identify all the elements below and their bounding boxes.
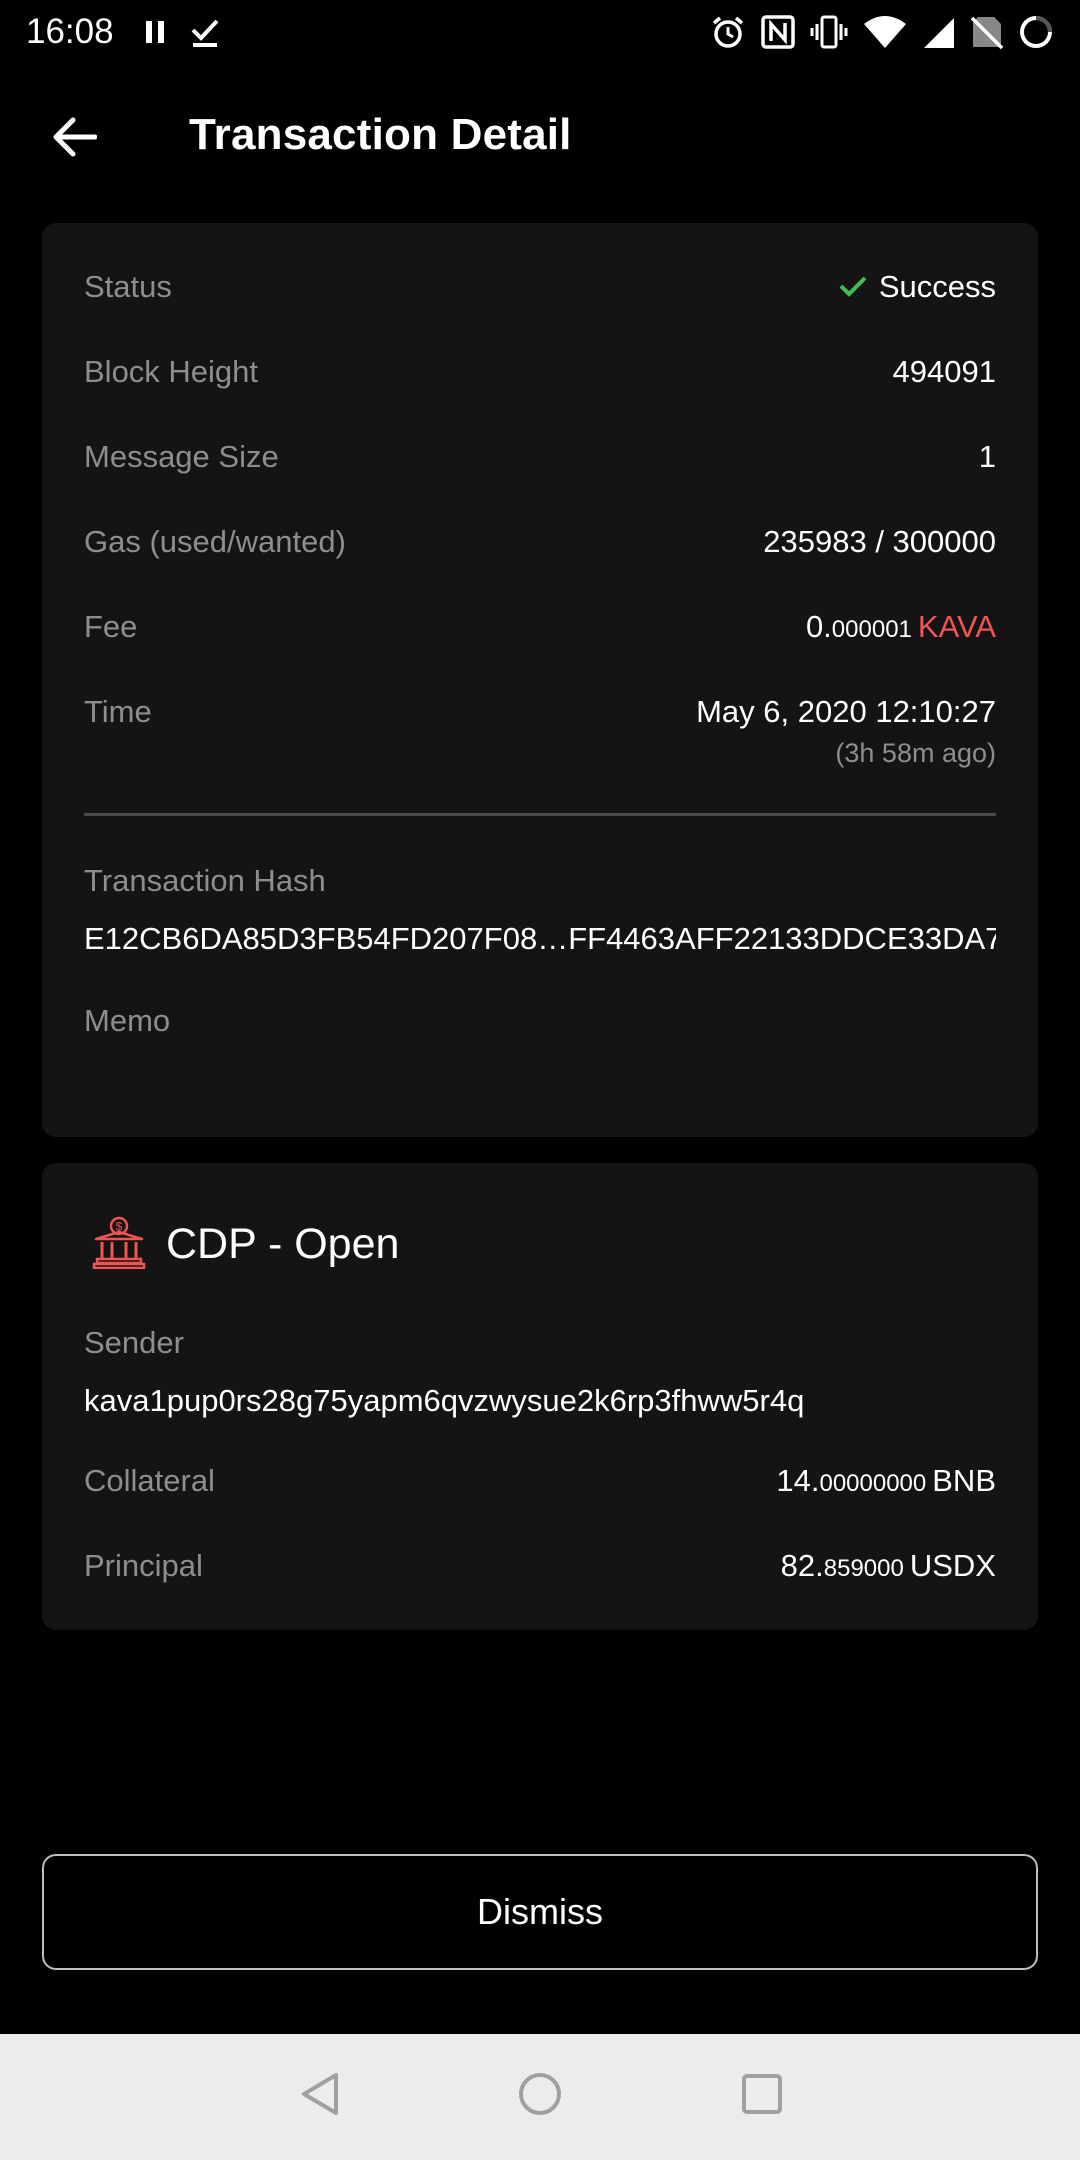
- principal-value: 82.859000 USDX: [781, 1548, 996, 1584]
- block-height-row: Block Height 494091: [84, 354, 996, 390]
- collateral-decimals: 00000000: [819, 1470, 927, 1497]
- page-title: Transaction Detail: [189, 110, 572, 159]
- alarm-icon: [710, 14, 746, 50]
- bank-icon: $: [92, 1215, 146, 1274]
- sender-label: Sender: [84, 1325, 184, 1360]
- status-value: Success: [839, 269, 996, 305]
- collateral-int: 14.: [776, 1463, 820, 1498]
- gas-row: Gas (used/wanted) 235983 / 300000: [84, 524, 996, 560]
- principal-int: 82.: [780, 1548, 824, 1583]
- back-button[interactable]: [44, 114, 104, 164]
- battery-icon: [1018, 14, 1054, 50]
- no-sim-icon: [970, 14, 1004, 50]
- message-header: $ CDP - Open: [92, 1215, 399, 1274]
- sender-value[interactable]: kava1pup0rs28g75yapm6qvzwysue2k6rp3fhww5…: [84, 1383, 996, 1419]
- gas-label: Gas (used/wanted): [84, 524, 346, 559]
- status-bar: 16:08: [0, 0, 1080, 64]
- screen: 16:08 Transaction Detail Status Success …: [0, 0, 1080, 2160]
- fee-label: Fee: [84, 609, 138, 644]
- home-circle-icon: [517, 2071, 563, 2122]
- collateral-row: Collateral 14.00000000 BNB: [84, 1463, 996, 1499]
- fee-value: 0.000001 KAVA: [806, 609, 996, 645]
- collateral-label: Collateral: [84, 1463, 215, 1498]
- dismiss-button[interactable]: Dismiss: [42, 1854, 1038, 1970]
- principal-decimals: 859000: [823, 1555, 904, 1582]
- divider: [84, 813, 996, 816]
- nav-recents-button[interactable]: [732, 2066, 792, 2126]
- message-size-value: 1: [978, 439, 996, 474]
- fee-int: 0.: [805, 609, 832, 644]
- back-triangle-icon: [298, 2071, 342, 2122]
- recents-square-icon: [740, 2072, 784, 2121]
- nav-back-button[interactable]: [290, 2066, 350, 2126]
- status-row: Status Success: [84, 269, 996, 305]
- fee-decimals: 000001: [831, 616, 912, 643]
- time-row: Time May 6, 2020 12:10:27 (3h 58m ago): [84, 694, 996, 769]
- message-title: CDP - Open: [166, 1220, 400, 1268]
- status-text: Success: [878, 269, 996, 304]
- app-bar: Transaction Detail: [0, 92, 1080, 182]
- principal-label: Principal: [84, 1548, 203, 1583]
- hash-label: Transaction Hash: [84, 863, 326, 898]
- status-time: 16:08: [26, 12, 114, 51]
- collateral-unit: BNB: [932, 1463, 996, 1498]
- principal-row: Principal 82.859000 USDX: [84, 1548, 996, 1584]
- time-ago: (3h 58m ago): [835, 738, 996, 768]
- pause-icon: [144, 19, 166, 45]
- download-done-icon: [190, 16, 220, 48]
- hash-block: Transaction Hash E12CB6DA85D3FB54FD207F0…: [84, 863, 996, 957]
- time-value: May 6, 2020 12:10:27: [696, 694, 996, 729]
- message-card: $ CDP - Open Sender kava1pup0rs28g75yapm…: [42, 1163, 1038, 1630]
- memo-block: Memo: [84, 1003, 996, 1061]
- fee-unit: KAVA: [917, 609, 996, 644]
- principal-unit: USDX: [909, 1548, 996, 1583]
- nav-home-button[interactable]: [510, 2066, 570, 2126]
- time-values: May 6, 2020 12:10:27 (3h 58m ago): [696, 694, 996, 769]
- message-size-label: Message Size: [84, 439, 279, 474]
- status-left-icons: [144, 16, 220, 48]
- block-height-value: 494091: [892, 354, 996, 389]
- arrow-left-icon: [51, 117, 98, 162]
- collateral-value: 14.00000000 BNB: [776, 1463, 996, 1499]
- memo-label: Memo: [84, 1003, 171, 1038]
- status-label: Status: [84, 269, 172, 304]
- navigation-bar: [0, 2034, 1080, 2160]
- check-icon: [839, 269, 867, 305]
- vibrate-icon: [810, 14, 848, 50]
- nfc-icon: [760, 14, 796, 50]
- block-height-label: Block Height: [84, 354, 259, 389]
- wifi-icon: [862, 14, 908, 50]
- status-right-icons: [710, 14, 1054, 50]
- transaction-detail-card: Status Success Block Height 494091 Messa…: [42, 223, 1038, 1137]
- fee-row: Fee 0.000001 KAVA: [84, 609, 996, 645]
- time-label: Time: [84, 694, 152, 729]
- hash-value[interactable]: E12CB6DA85D3FB54FD207F08…FF4463AFF22133D…: [84, 921, 996, 957]
- signal-icon: [922, 14, 956, 50]
- message-size-row: Message Size 1: [84, 439, 996, 475]
- gas-value: 235983 / 300000: [763, 524, 996, 559]
- sender-block: Sender kava1pup0rs28g75yapm6qvzwysue2k6r…: [84, 1325, 996, 1419]
